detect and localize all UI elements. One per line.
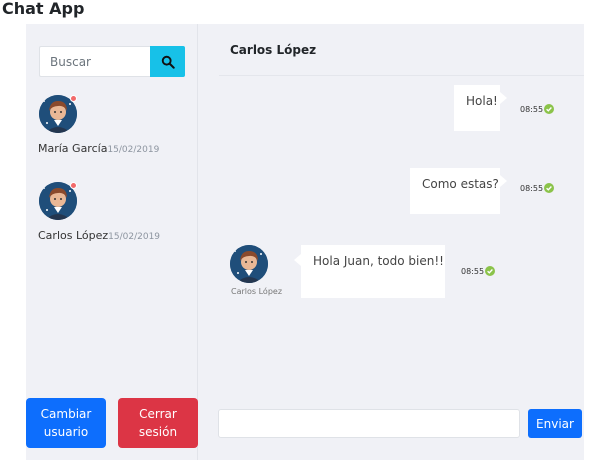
contact-date: 15/02/2019 (108, 232, 161, 242)
search-icon (161, 55, 175, 69)
message-time: 08:55 (461, 266, 485, 276)
contact-name: María García (38, 142, 108, 155)
chat-app-panel: María García15/02/2019 (26, 24, 584, 460)
send-button[interactable]: Enviar (528, 409, 582, 438)
search-input[interactable] (39, 46, 150, 77)
message-bubble-incoming: Hola Juan, todo bien!! (294, 245, 445, 298)
status-dot (70, 95, 77, 102)
status-dot (70, 182, 77, 189)
read-check-icon (485, 266, 496, 276)
message-time: 08:55 (520, 104, 544, 114)
sender-avatar (230, 245, 268, 283)
message-meta: 08:55 (461, 266, 496, 276)
message-meta: 08:55 (520, 104, 555, 114)
message-meta: 08:55 (520, 183, 555, 193)
sidebar: María García15/02/2019 (26, 24, 198, 460)
change-user-button[interactable]: Cambiar usuario (26, 398, 106, 448)
contact-item-carlos-lopez[interactable]: Carlos López15/02/2019 (38, 182, 193, 252)
message-sender-name: Carlos López (231, 287, 283, 296)
message-input[interactable] (218, 409, 520, 438)
contact-name: Carlos López (38, 229, 109, 242)
read-check-icon (544, 104, 555, 114)
app-title: Chat App (2, 0, 85, 18)
contact-date: 15/02/2019 (107, 145, 160, 155)
message-time: 08:55 (520, 183, 544, 193)
message-bubble-outgoing: Como estas? (410, 168, 507, 214)
message-bubble-outgoing: Hola! (454, 85, 507, 131)
search-box (39, 46, 185, 77)
logout-button[interactable]: Cerrar sesión (118, 398, 198, 448)
header-divider (219, 75, 584, 76)
contact-item-maria-garcia[interactable]: María García15/02/2019 (38, 95, 193, 165)
read-check-icon (544, 183, 555, 193)
chat-contact-name: Carlos López (230, 43, 317, 57)
search-button[interactable] (150, 46, 185, 77)
